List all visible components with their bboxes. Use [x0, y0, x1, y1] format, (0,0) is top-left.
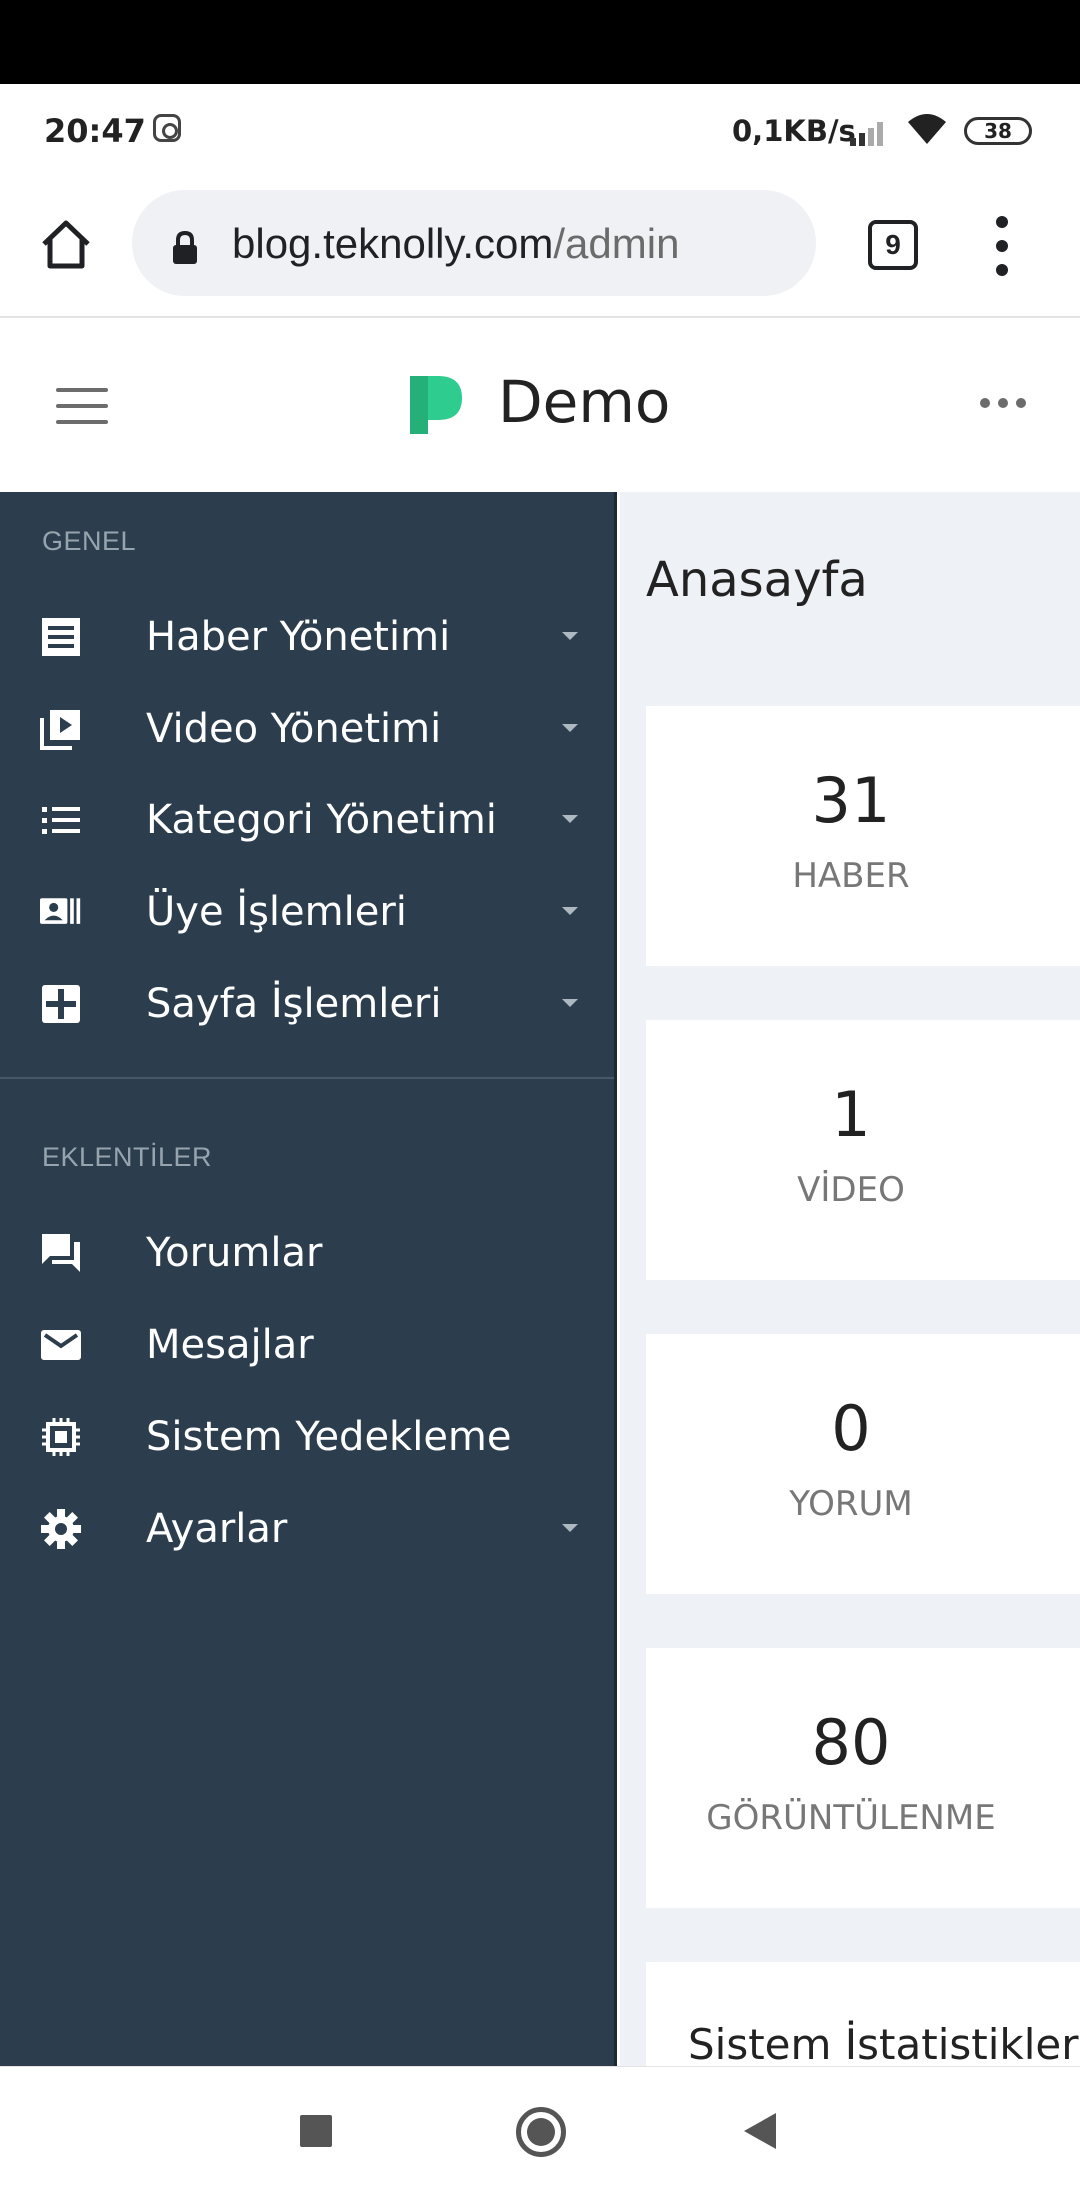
wifi-icon: [908, 114, 946, 144]
sidebar-divider: [0, 1077, 614, 1079]
sidebar-item-label: Ayarlar: [146, 1506, 288, 1552]
chevron-down-icon: [562, 1524, 578, 1532]
status-time: 20:47: [44, 112, 146, 150]
sidebar-item-news[interactable]: Haber Yönetimi: [0, 594, 614, 680]
stat-card-news[interactable]: 31 HABER: [646, 706, 1080, 966]
sidebar-item-label: Kategori Yönetimi: [146, 797, 497, 843]
more-options-icon[interactable]: [980, 398, 1026, 410]
stat-label: GÖRÜNTÜLENME: [706, 1798, 996, 1838]
stat-label: HABER: [792, 856, 910, 896]
battery-icon: 38: [964, 117, 1032, 145]
hamburger-menu-icon[interactable]: [56, 388, 108, 424]
sidebar-item-label: Sayfa İşlemleri: [146, 981, 442, 1027]
chevron-down-icon: [562, 999, 578, 1007]
sidebar-item-pages[interactable]: Sayfa İşlemleri: [0, 961, 614, 1047]
signal-icon: [850, 120, 890, 146]
sidebar-item-label: Üye İşlemleri: [146, 889, 407, 935]
url-host: blog.teknolly.com: [232, 220, 554, 267]
video-library-icon: [40, 710, 80, 750]
lock-icon: [173, 230, 197, 264]
stat-value: 80: [811, 1706, 891, 1779]
sidebar-item-category[interactable]: Kategori Yönetimi: [0, 777, 614, 863]
sidebar-item-label: Mesajlar: [146, 1322, 314, 1368]
home-button[interactable]: [516, 2107, 566, 2157]
sidebar-item-members[interactable]: Üye İşlemleri: [0, 869, 614, 955]
section-label-general: GENEL: [42, 526, 137, 556]
stat-label: YORUM: [789, 1484, 913, 1524]
sidebar-item-messages[interactable]: Mesajlar: [0, 1302, 614, 1388]
sidebar-item-backup[interactable]: Sistem Yedekleme: [0, 1394, 614, 1480]
stat-value: 31: [811, 764, 891, 837]
instagram-icon: [153, 114, 181, 142]
system-nav-bar: [0, 2066, 1080, 2192]
sidebar-item-label: Sistem Yedekleme: [146, 1414, 512, 1460]
section-label-plugins: EKLENTİLER: [42, 1142, 213, 1172]
stat-value: 1: [831, 1078, 871, 1151]
newspaper-icon: [42, 618, 80, 656]
sidebar-item-video[interactable]: Video Yönetimi: [0, 686, 614, 772]
brand-logo: [410, 376, 462, 434]
sidebar-item-comments[interactable]: Yorumlar: [0, 1210, 614, 1296]
back-button[interactable]: [744, 2113, 776, 2149]
chevron-down-icon: [562, 907, 578, 915]
mail-icon: [41, 1330, 81, 1360]
stat-value: 0: [831, 1392, 871, 1465]
page-title: Anasayfa: [646, 552, 868, 608]
url-path: /admin: [553, 220, 680, 267]
home-icon[interactable]: [38, 216, 94, 272]
stat-label: VİDEO: [797, 1170, 905, 1210]
browser-toolbar: blog.teknolly.com/admin 9: [0, 174, 1080, 318]
tab-switcher-button[interactable]: 9: [868, 220, 918, 270]
app-header: Demo: [0, 318, 1080, 492]
main-content: Anasayfa 31 HABER 1 VİDEO 0 YORUM 80 GÖR…: [620, 492, 1080, 2066]
comments-icon: [42, 1234, 80, 1272]
sidebar-item-label: Video Yönetimi: [146, 706, 442, 752]
address-bar[interactable]: blog.teknolly.com/admin: [132, 190, 816, 296]
network-speed: 0,1KB/s: [732, 114, 856, 148]
status-bar: 20:47 0,1KB/s 38: [0, 84, 1080, 174]
chip-icon: [42, 1418, 80, 1456]
stat-card-video[interactable]: 1 VİDEO: [646, 1020, 1080, 1280]
top-black-bar: [0, 0, 1080, 84]
brand-name: Demo: [498, 368, 671, 436]
recents-button[interactable]: [300, 2115, 332, 2147]
list-icon: [42, 807, 80, 834]
stat-card-views[interactable]: 80 GÖRÜNTÜLENME: [646, 1648, 1080, 1908]
browser-menu-icon[interactable]: [990, 216, 1014, 276]
system-stats-title: Sistem İstatistikler: [688, 2020, 1079, 2066]
puzzle-icon: [42, 985, 80, 1023]
sidebar-item-label: Haber Yönetimi: [146, 614, 451, 660]
contact-card-icon: [40, 898, 81, 924]
stat-card-comments[interactable]: 0 YORUM: [646, 1334, 1080, 1594]
sidebar: GENEL Haber Yönetimi Video Yönetimi Kate…: [0, 492, 617, 2066]
gear-icon: [41, 1509, 81, 1549]
url-text: blog.teknolly.com/admin: [232, 220, 679, 268]
chevron-down-icon: [562, 724, 578, 732]
sidebar-item-label: Yorumlar: [146, 1230, 323, 1276]
sidebar-item-settings[interactable]: Ayarlar: [0, 1486, 614, 1572]
chevron-down-icon: [562, 815, 578, 823]
system-stats-card: Sistem İstatistikler: [646, 1962, 1080, 2066]
chevron-down-icon: [562, 632, 578, 640]
